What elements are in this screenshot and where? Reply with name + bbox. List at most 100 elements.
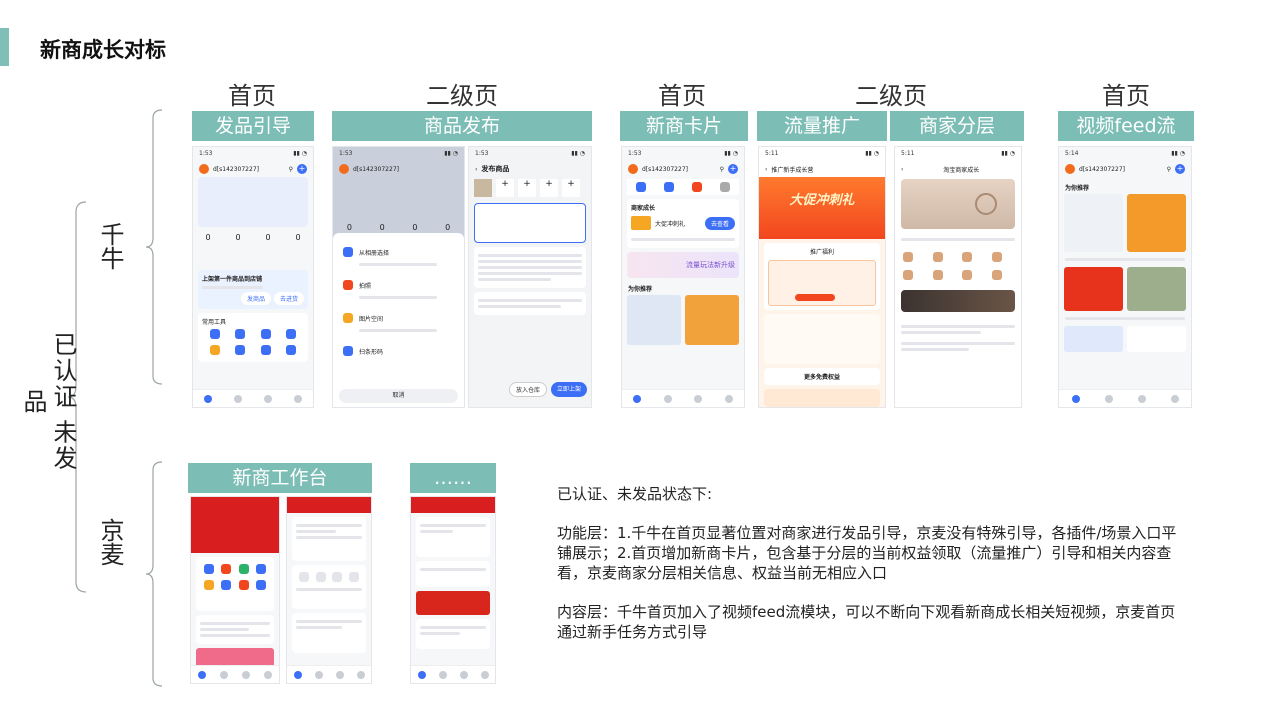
add-icon[interactable]: + [728,164,738,174]
video-card[interactable] [1127,267,1186,311]
listing-btn-2[interactable]: 去进货 [273,292,304,305]
image-space-icon [343,313,353,323]
promo-view-button[interactable]: 去查看 [704,216,735,230]
add-image-icon[interactable]: + [518,179,536,197]
shop-avatar[interactable] [1065,164,1075,174]
entry-icon[interactable] [664,182,674,192]
title-input[interactable] [474,203,586,243]
tab-home-icon[interactable] [204,394,212,403]
video-card[interactable] [1064,326,1123,352]
plugin-icon[interactable] [256,580,267,590]
publish-option[interactable]: 拍照 [359,281,371,290]
plugin-icon[interactable] [221,564,232,574]
benefit-icon[interactable] [932,270,943,280]
tab-me-icon[interactable] [356,670,365,679]
tab-home-icon[interactable] [293,670,302,679]
add-image-icon[interactable]: + [562,179,580,197]
tab-data-icon[interactable] [459,670,468,679]
tool-icon[interactable] [235,345,246,355]
tab-home-icon[interactable] [1071,394,1080,403]
publish-option[interactable]: 扫条形码 [359,347,383,356]
video-card[interactable] [1064,267,1123,311]
publish-now-button[interactable]: 立即上架 [550,382,587,397]
add-icon[interactable]: + [297,164,307,174]
search-icon[interactable]: ⚲ [720,166,724,173]
product-image-thumb[interactable] [474,179,492,197]
benefit-icon[interactable] [903,270,913,280]
tool-icon[interactable] [260,345,271,355]
tab-message-icon[interactable] [220,670,228,679]
benefit-icon[interactable] [903,252,913,262]
video-card[interactable] [685,295,739,345]
tab-home-icon[interactable] [417,670,426,679]
search-icon[interactable]: ⚲ [289,166,293,173]
add-image-icon[interactable]: + [496,179,514,197]
entry-icon[interactable] [692,182,702,192]
plugin-icon[interactable] [203,580,214,590]
tool-icon[interactable] [286,329,297,339]
tab-message-icon[interactable] [438,670,447,679]
shop-avatar[interactable] [628,164,638,174]
add-image-icon[interactable]: + [540,179,558,197]
tab-home-icon[interactable] [198,670,206,679]
benefit-icon[interactable] [932,252,943,262]
search-icon[interactable]: ⚲ [1167,166,1171,173]
benefit-icon[interactable] [991,252,1002,262]
entry-icon[interactable] [636,182,646,192]
plugin-icon[interactable] [238,564,249,574]
tab-data-icon[interactable] [1137,394,1146,403]
publish-option[interactable]: 从相册选择 [359,248,389,257]
jd-banner[interactable] [416,591,490,615]
tab-message-icon[interactable] [314,670,323,679]
publish-option[interactable]: 图片空间 [359,314,383,323]
tab-me-icon[interactable] [294,394,302,403]
tab-data-icon[interactable] [264,394,272,403]
plugin-icon[interactable] [203,564,214,574]
status-time: 1:53 [628,150,642,157]
claim-button[interactable] [795,294,835,301]
tab-bar [1059,389,1191,407]
tab-message-icon[interactable] [663,394,672,403]
tool-icon[interactable] [235,329,246,339]
tool-icon[interactable] [260,329,271,339]
entry-icon[interactable] [720,182,730,192]
shop-avatar[interactable] [199,164,209,174]
album-icon [343,247,353,257]
tab-me-icon[interactable] [264,670,272,679]
screenshot-qianniu-home: 1:53 ▮▮ ◔ d[s142307227] ⚲ + 0 0 0 0 上架第一件商品到店铺… [192,146,314,408]
video-card[interactable] [1064,194,1123,252]
back-icon[interactable]: ‹ [765,166,767,173]
video-card[interactable] [1127,194,1186,252]
cancel-button[interactable]: 取消 [339,389,458,403]
tab-data-icon[interactable] [694,394,703,403]
tab-me-icon[interactable] [724,394,733,403]
tool-icon[interactable] [209,329,220,339]
save-to-warehouse-button[interactable]: 放入仓库 [508,382,547,397]
tab-me-icon[interactable] [480,670,489,679]
benefit-icon[interactable] [962,270,972,280]
back-icon[interactable]: ‹ [475,166,477,173]
tab-message-icon[interactable] [1104,394,1113,403]
plugin-icon[interactable] [238,580,249,590]
listing-btn-1[interactable]: 发商品 [240,292,271,305]
tab-message-icon[interactable] [234,394,242,403]
tab-home-icon[interactable] [633,394,642,403]
more-benefits[interactable]: 更多免费权益 [764,368,880,385]
tool-icon[interactable] [209,345,220,355]
tab-data-icon[interactable] [335,670,344,679]
row-label-qianniu-text: 千牛 [96,222,124,270]
tier-banner[interactable] [901,290,1015,312]
benefit-icon[interactable] [962,252,972,262]
benefit-icon[interactable] [991,270,1002,280]
plugin-icon[interactable] [256,564,267,574]
tab-data-icon[interactable] [242,670,250,679]
video-card[interactable] [1127,326,1186,352]
traffic-upgrade-banner[interactable]: 流量玩法新升级 [627,252,739,278]
back-icon[interactable]: ‹ [901,166,903,173]
promo-tab-label[interactable]: 推广福利 [768,247,876,256]
plugin-icon[interactable] [221,580,232,590]
add-icon[interactable]: + [1175,164,1185,174]
video-card[interactable] [627,295,681,345]
tool-icon[interactable] [286,345,297,355]
tab-me-icon[interactable] [1170,394,1179,403]
